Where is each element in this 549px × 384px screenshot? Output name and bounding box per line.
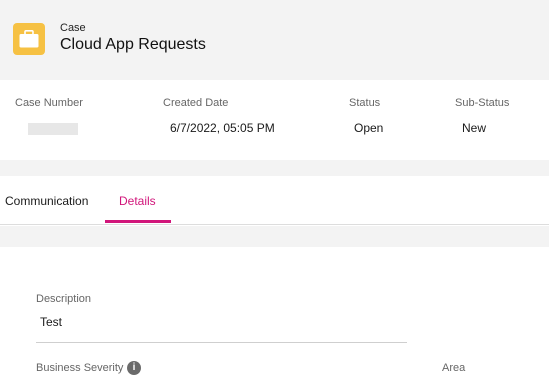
status-label: Status xyxy=(349,97,381,109)
briefcase-icon xyxy=(13,23,45,55)
status-value: Open xyxy=(354,121,384,135)
record-title: Cloud App Requests xyxy=(60,36,206,53)
tab-bar: Communication Details xyxy=(0,176,549,226)
field-divider xyxy=(36,342,407,343)
active-tab-indicator xyxy=(105,220,171,223)
area-label: Area xyxy=(442,362,466,374)
record-header: Case Cloud App Requests xyxy=(0,0,549,76)
case-number-redacted xyxy=(28,123,78,135)
created-date-value: 6/7/2022, 05:05 PM xyxy=(170,121,275,135)
case-number-label: Case Number xyxy=(15,97,83,109)
tab-details[interactable]: Details xyxy=(119,194,156,208)
sub-status-label: Sub-Status xyxy=(455,97,510,109)
info-icon[interactable]: i xyxy=(127,361,141,375)
tab-bar-divider xyxy=(0,224,549,225)
description-value[interactable]: Test xyxy=(40,315,62,329)
object-type-label: Case xyxy=(60,22,86,34)
description-label: Description xyxy=(36,293,92,305)
sub-status-value: New xyxy=(462,121,487,135)
created-date-label: Created Date xyxy=(163,97,229,109)
tab-communication[interactable]: Communication xyxy=(5,194,88,208)
business-severity-label: Business Severity xyxy=(36,362,124,374)
details-panel: Description Test Business Severity i Are… xyxy=(0,247,549,384)
highlights-panel: Case Number Created Date 6/7/2022, 05:05… xyxy=(0,80,549,160)
